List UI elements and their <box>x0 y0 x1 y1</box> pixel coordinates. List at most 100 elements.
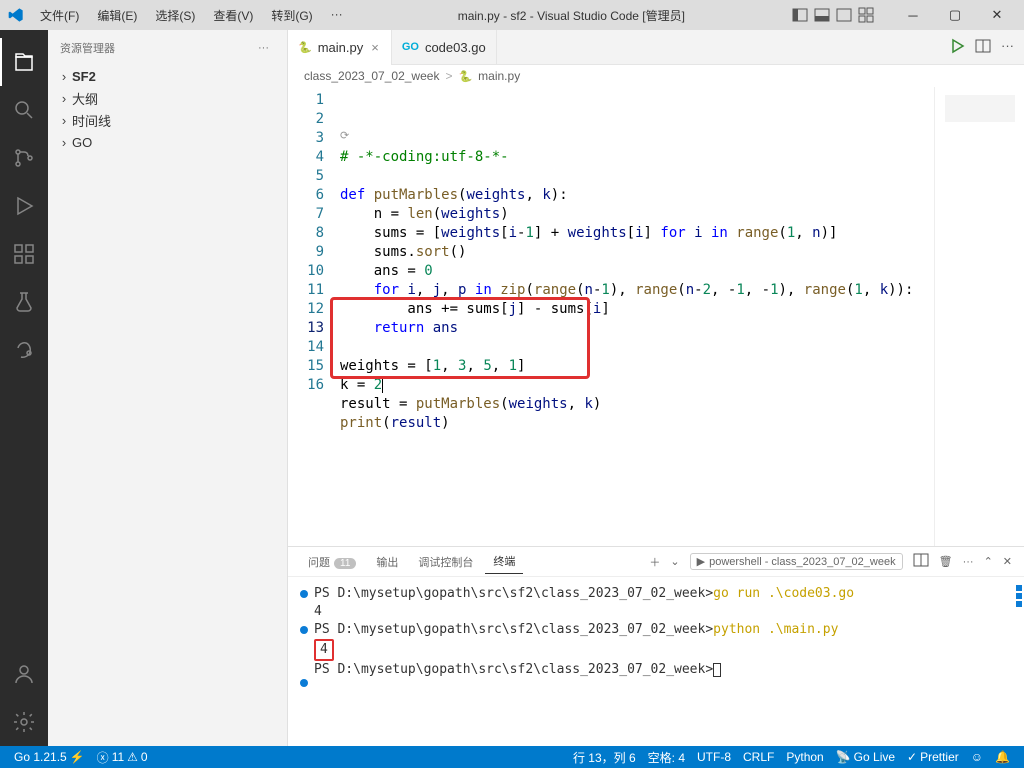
line-number-gutter[interactable]: 12345678910111213141516 <box>288 87 336 546</box>
code-line-9[interactable]: ans += sums[j] - sums[i] <box>336 300 934 319</box>
menu-bar: 文件(F) 编辑(E) 选择(S) 查看(V) 转到(G) ··· <box>32 5 351 26</box>
code-line-3[interactable]: def putMarbles(weights, k): <box>336 186 934 205</box>
terminal-line: 4 <box>300 603 1012 621</box>
code-line-14[interactable]: result = putMarbles(weights, k) <box>336 395 934 414</box>
terminal-dropdown-icon[interactable]: ⌄ <box>670 555 679 568</box>
status-go-live[interactable]: 📡Go Live <box>830 749 901 766</box>
toggle-secondary-sidebar-icon[interactable] <box>836 7 852 23</box>
terminal-line: PS D:\mysetup\gopath\src\sf2\class_2023_… <box>300 621 1012 639</box>
python-file-icon: 🐍 <box>298 41 312 54</box>
toggle-primary-sidebar-icon[interactable] <box>792 7 808 23</box>
split-editor-icon[interactable] <box>975 38 991 57</box>
terminal-cursor <box>713 663 721 677</box>
menu-view[interactable]: 查看(V) <box>205 5 261 26</box>
terminal-line: 4 <box>300 639 1012 661</box>
maximize-button[interactable]: ▢ <box>936 3 974 27</box>
editor-area: 🐍main.py×GOcode03.go ··· class_2023_07_0… <box>288 30 1024 746</box>
codelens-icon[interactable]: ⟳ <box>340 126 349 145</box>
code-line-4[interactable]: n = len(weights) <box>336 205 934 224</box>
toggle-panel-icon[interactable] <box>814 7 830 23</box>
status-feedback-icon[interactable]: ☺ <box>965 749 989 766</box>
tab-code03.go[interactable]: GOcode03.go <box>392 30 497 65</box>
code-line-16[interactable] <box>336 433 934 452</box>
new-terminal-icon[interactable]: ＋ <box>649 554 660 570</box>
code-editor[interactable]: ⟳ # -*-coding:utf-8-*- def putMarbles(wei… <box>336 87 934 546</box>
breadcrumb[interactable]: class_2023_07_02_week > 🐍 main.py <box>288 65 1024 87</box>
window-title: main.py - sf2 - Visual Studio Code [管理员] <box>351 7 792 24</box>
split-terminal-icon[interactable] <box>913 552 929 571</box>
panel-close-icon[interactable]: ✕ <box>1003 555 1012 568</box>
activity-settings-icon[interactable] <box>0 698 48 746</box>
chevron-right-icon: > <box>445 69 452 83</box>
menu-select[interactable]: 选择(S) <box>147 5 203 26</box>
code-line-2[interactable] <box>336 167 934 186</box>
code-line-12[interactable]: weights = [1, 3, 5, 1] <box>336 357 934 376</box>
explorer-more-icon[interactable]: ··· <box>252 40 275 56</box>
code-line-13[interactable]: k = 2 <box>336 376 934 395</box>
code-line-8[interactable]: for i, j, p in zip(range(n-1), range(n-2… <box>336 281 934 300</box>
tree-item-go[interactable]: ›GO <box>48 131 287 153</box>
activity-extensions-icon[interactable] <box>0 230 48 278</box>
code-line-11[interactable] <box>336 338 934 357</box>
panel-more-icon[interactable]: ··· <box>963 556 974 568</box>
status-problems[interactable]: ⓧ11⚠0 <box>91 749 154 766</box>
close-button[interactable]: ✕ <box>978 3 1016 27</box>
code-line-5[interactable]: sums = [weights[i-1] + weights[i] for i … <box>336 224 934 243</box>
run-file-icon[interactable] <box>949 38 965 57</box>
tree-item-大纲[interactable]: ›大纲 <box>48 87 287 109</box>
panel-tab-output[interactable]: 输出 <box>368 550 406 574</box>
minimap[interactable] <box>934 87 1024 546</box>
status-language[interactable]: Python <box>780 749 829 766</box>
terminal-overview-ruler <box>1016 585 1022 738</box>
editor-more-icon[interactable]: ··· <box>1001 38 1014 57</box>
tab-main.py[interactable]: 🐍main.py× <box>288 30 392 65</box>
close-tab-icon[interactable]: × <box>369 40 381 55</box>
status-indentation[interactable]: 空格: 4 <box>642 749 691 766</box>
status-notifications-icon[interactable]: 🔔 <box>989 749 1016 766</box>
kill-terminal-icon[interactable]: 🗑 <box>939 555 953 568</box>
tree-item-时间线[interactable]: ›时间线 <box>48 109 287 131</box>
code-line-10[interactable]: return ans <box>336 319 934 338</box>
customize-layout-icon[interactable] <box>858 7 874 23</box>
menu-edit[interactable]: 编辑(E) <box>89 5 145 26</box>
python-file-icon: 🐍 <box>458 70 472 83</box>
activity-explorer-icon[interactable] <box>0 38 48 86</box>
status-cursor-position[interactable]: 行 13，列 6 <box>567 749 642 766</box>
minimize-button[interactable]: ─ <box>894 3 932 27</box>
status-encoding[interactable]: UTF-8 <box>691 749 737 766</box>
activity-accounts-icon[interactable] <box>0 650 48 698</box>
annotation-output-box: 4 <box>314 639 334 661</box>
activity-source-control-icon[interactable] <box>0 134 48 182</box>
panel-tab-terminal[interactable]: 终端 <box>485 549 523 574</box>
terminal-line: PS D:\mysetup\gopath\src\sf2\class_2023_… <box>300 585 1012 603</box>
vscode-icon <box>8 7 24 23</box>
title-bar: 文件(F) 编辑(E) 选择(S) 查看(V) 转到(G) ··· main.p… <box>0 0 1024 30</box>
code-line-7[interactable]: ans = 0 <box>336 262 934 281</box>
menu-goto[interactable]: 转到(G) <box>263 5 320 26</box>
activity-testing-icon[interactable] <box>0 278 48 326</box>
status-eol[interactable]: CRLF <box>737 749 780 766</box>
error-icon: ⓧ <box>97 749 109 766</box>
menu-more[interactable]: ··· <box>323 5 351 26</box>
explorer-title: 资源管理器 <box>60 40 252 56</box>
breadcrumb-file[interactable]: main.py <box>478 69 520 83</box>
panel-tab-debug[interactable]: 调试控制台 <box>410 550 481 574</box>
lightning-icon: ⚡ <box>70 750 85 764</box>
tree-item-sf2[interactable]: ›SF2 <box>48 65 287 87</box>
status-prettier[interactable]: ✓Prettier <box>901 749 965 766</box>
terminal-view[interactable]: PS D:\mysetup\gopath\src\sf2\class_2023_… <box>288 577 1024 746</box>
menu-file[interactable]: 文件(F) <box>32 5 87 26</box>
breadcrumb-folder[interactable]: class_2023_07_02_week <box>304 69 439 83</box>
code-line-15[interactable]: print(result) <box>336 414 934 433</box>
activity-search-icon[interactable] <box>0 86 48 134</box>
chevron-right-icon: › <box>56 113 72 128</box>
code-line-6[interactable]: sums.sort() <box>336 243 934 262</box>
go-file-icon: GO <box>402 41 419 53</box>
terminal-selector[interactable]: ▶powershell - class_2023_07_02_week <box>690 553 903 570</box>
panel-maximize-icon[interactable]: ⌃ <box>984 555 993 568</box>
code-line-1[interactable]: # -*-coding:utf-8-*- <box>336 148 934 167</box>
panel-tab-problems[interactable]: 问题11 <box>300 550 364 574</box>
activity-go-icon[interactable] <box>0 326 48 374</box>
status-go-version[interactable]: Go 1.21.5⚡ <box>8 750 91 764</box>
activity-run-debug-icon[interactable] <box>0 182 48 230</box>
